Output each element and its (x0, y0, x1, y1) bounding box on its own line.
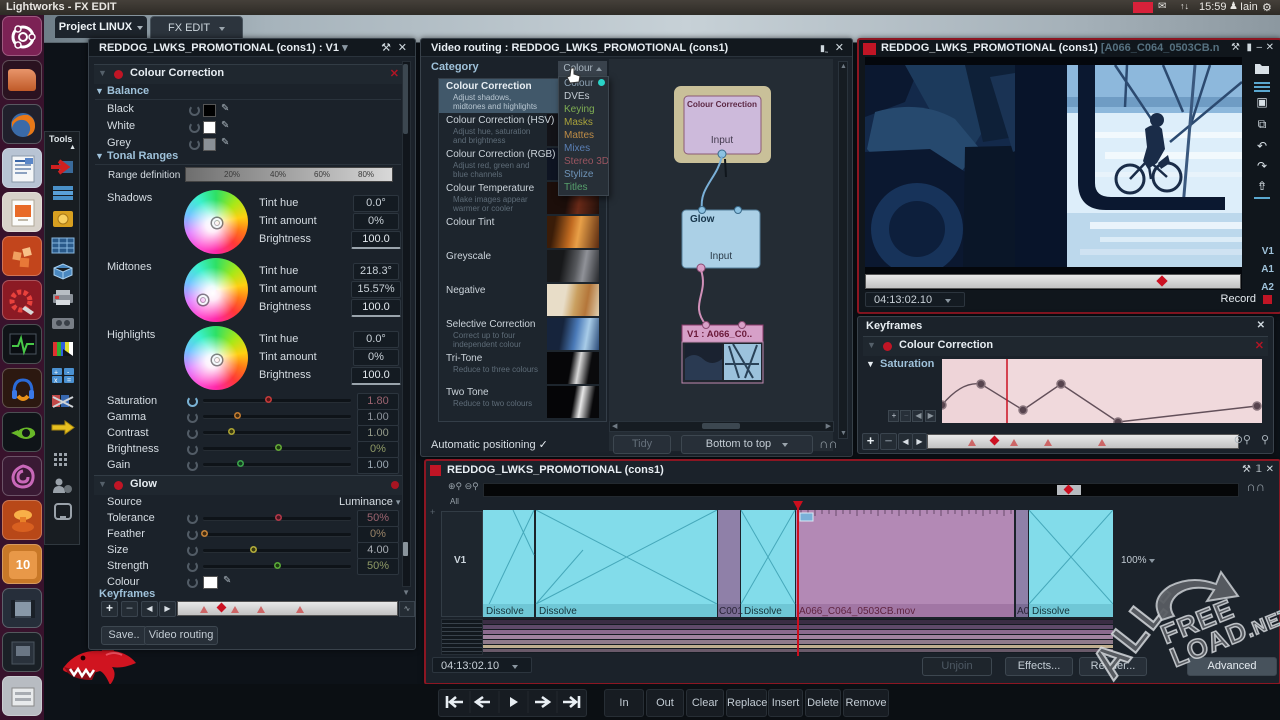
svg-text:Colour Correction: Colour Correction (687, 100, 757, 109)
svg-text:Glow: Glow (690, 214, 715, 225)
svg-text:Input: Input (710, 251, 732, 262)
svg-text:x: x (54, 378, 58, 385)
svg-text:Dissolve: Dissolve (1032, 606, 1070, 617)
svg-text:Dissolve: Dissolve (486, 606, 524, 617)
svg-text:A0: A0 (1017, 606, 1030, 617)
svg-text:Dissolve: Dissolve (539, 606, 577, 617)
svg-text:+: + (54, 370, 58, 377)
svg-text:V1 : A066_C0..: V1 : A066_C0.. (687, 329, 752, 340)
svg-text:Input: Input (711, 135, 733, 146)
svg-text:Dissolve: Dissolve (744, 606, 782, 617)
svg-text:=: = (67, 378, 71, 385)
svg-text:A066_C064_0503CB.mov: A066_C064_0503CB.mov (799, 606, 915, 617)
svg-text:C001: C001 (719, 606, 743, 617)
